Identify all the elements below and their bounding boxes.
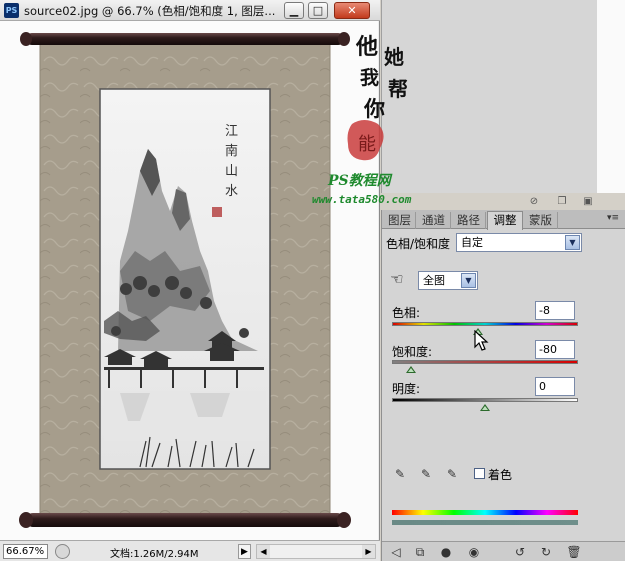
hue-label: 色相: (392, 306, 421, 320)
document-window: PS source02.jpg @ 66.7% (色相/饱和度 1, 图层...… (0, 0, 380, 561)
status-globe-icon[interactable] (55, 544, 70, 559)
saturation-slider[interactable] (392, 360, 578, 364)
reset-icon[interactable]: ↻ (538, 544, 554, 560)
panel-tab-bar: 图层 通道 路径 调整 蒙版 ▾≡ (382, 210, 625, 230)
horizontal-scrollbar[interactable]: ◀ ▶ (256, 544, 376, 559)
hand-target-icon[interactable]: ☜ (388, 270, 406, 288)
no-symbol-icon[interactable]: ⊘ (528, 196, 540, 208)
eyedropper-plus-icon[interactable]: ✎ (418, 466, 434, 482)
painting-inscription-char: 江 (225, 124, 238, 139)
tab-layers[interactable]: 图层 (384, 212, 416, 229)
painting-inscription-char: 山 (225, 164, 238, 179)
saturation-label: 饱和度: (392, 345, 433, 359)
status-menu-arrow-icon[interactable]: ▶ (238, 544, 251, 559)
tab-adjustments[interactable]: 调整 (487, 211, 523, 230)
upper-panel-scroll-area (597, 0, 625, 193)
document-titlebar[interactable]: PS source02.jpg @ 66.7% (色相/饱和度 1, 图层...… (0, 0, 380, 21)
upper-panel-area (381, 0, 618, 193)
document-title: source02.jpg @ 66.7% (色相/饱和度 1, 图层... (24, 4, 276, 18)
lightness-label: 明度: (392, 382, 421, 396)
zoom-level-field[interactable]: 66.67% (3, 544, 48, 559)
trash-icon[interactable]: 🗑 (566, 544, 582, 560)
scroll-left-icon[interactable]: ◀ (257, 545, 270, 558)
eyedropper-minus-icon[interactable]: ✎ (444, 466, 460, 482)
hanging-scroll-painting: 江 南 山 水 (19, 32, 351, 528)
lightness-input[interactable]: 0 (535, 377, 575, 396)
photoshop-app-icon: PS (4, 3, 19, 18)
panel-menu-icon[interactable]: ▾≡ (604, 213, 622, 226)
lightness-slider-thumb[interactable] (480, 404, 490, 411)
document-status-bar: 66.67% 文档:1.26M/2.94M ▶ ◀ ▶ (0, 540, 380, 561)
range-value: 全图 (423, 274, 445, 287)
view-previous-icon[interactable]: ↺ (512, 544, 528, 560)
maximize-button[interactable]: □ (308, 2, 328, 19)
painting-inscription-char: 南 (225, 143, 238, 159)
clip-layer-icon[interactable]: ● (438, 544, 454, 560)
back-arrow-icon[interactable]: ◁ (388, 544, 404, 560)
minimize-button[interactable]: ▁ (284, 2, 304, 19)
chevron-down-icon[interactable]: ▼ (565, 235, 580, 250)
preset-dropdown[interactable]: 自定 ▼ (456, 233, 582, 252)
saturation-slider-thumb[interactable] (405, 366, 416, 373)
tab-channels[interactable]: 通道 (417, 212, 451, 229)
hue-slider-thumb[interactable] (472, 328, 483, 335)
hue-input[interactable]: -8 (535, 301, 575, 320)
document-size-info: 文档:1.26M/2.94M (110, 549, 199, 560)
colorize-checkbox[interactable] (474, 468, 485, 479)
trash-small-icon[interactable]: ▣ (582, 196, 594, 208)
eyedropper-icon[interactable]: ✎ (392, 466, 408, 482)
hue-slider[interactable] (392, 322, 578, 326)
range-dropdown[interactable]: 全图 ▼ (418, 271, 478, 290)
input-color-spectrum (392, 510, 578, 515)
painting-inscription-char: 水 (225, 184, 238, 199)
colorize-label: 着色 (488, 468, 513, 482)
document-canvas[interactable]: 江 南 山 水 (0, 21, 378, 540)
output-color-spectrum (392, 520, 578, 525)
visibility-eye-icon[interactable]: ◉ (466, 544, 482, 560)
expand-view-icon[interactable]: ⧉ (412, 544, 428, 560)
close-button[interactable]: ✕ (334, 2, 370, 19)
panel-bottom-toolbar: ◁ ⧉ ● ◉ ↺ ↻ 🗑 (382, 541, 625, 561)
new-item-icon[interactable]: ❐ (556, 196, 568, 208)
saturation-input[interactable]: -80 (535, 340, 575, 359)
tab-masks[interactable]: 蒙版 (524, 212, 558, 229)
chevron-down-icon[interactable]: ▼ (461, 273, 476, 288)
preset-value: 自定 (461, 236, 483, 249)
scroll-right-icon[interactable]: ▶ (362, 545, 375, 558)
adjustments-panel: 图层 通道 路径 调整 蒙版 ▾≡ 色相/饱和度 自定 ▼ ☜ 全图 ▼ 色相:… (381, 210, 625, 561)
tab-paths[interactable]: 路径 (452, 212, 486, 229)
lightness-slider[interactable] (392, 398, 578, 402)
adjustment-type-label: 色相/饱和度 (386, 237, 451, 251)
